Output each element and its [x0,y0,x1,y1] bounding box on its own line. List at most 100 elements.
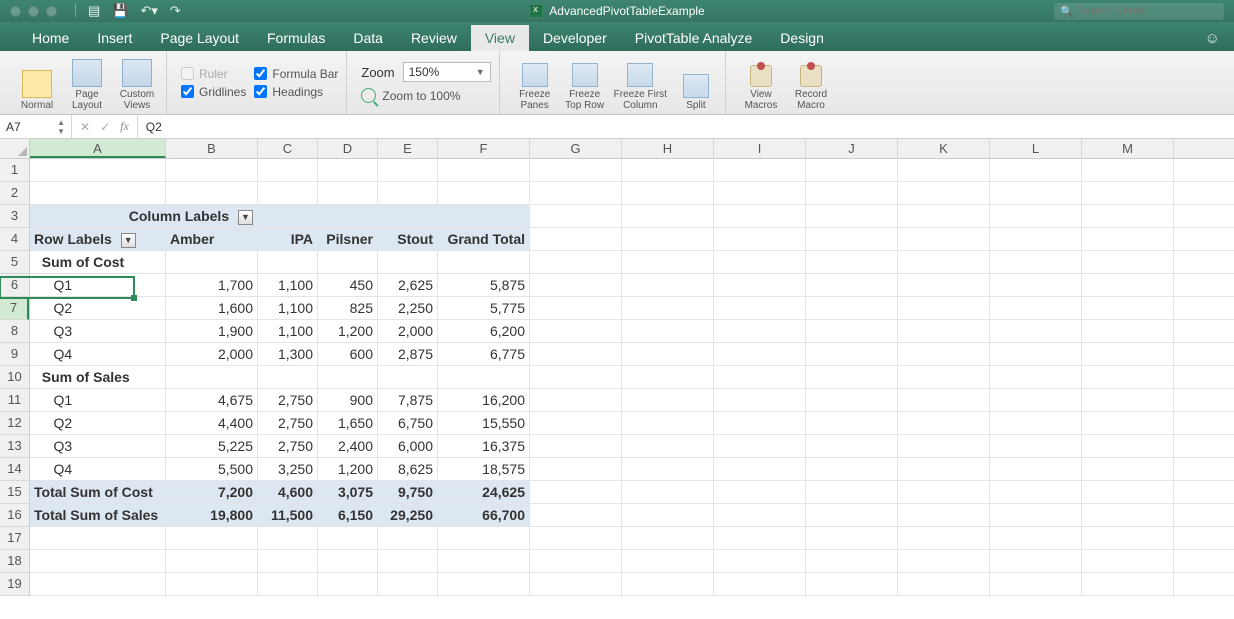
row-header-15[interactable]: 15 [0,481,29,504]
cell-L9[interactable] [990,343,1082,365]
cell-H5[interactable] [622,251,714,273]
cell-B12[interactable]: 4,400 [166,412,258,434]
cell-H13[interactable] [622,435,714,457]
cell-H16[interactable] [622,504,714,526]
cell-E10[interactable] [378,366,438,388]
cell-H18[interactable] [622,550,714,572]
view-macros-button[interactable]: View Macros [740,55,782,111]
cell-B8[interactable]: 1,900 [166,320,258,342]
cell-B2[interactable] [166,182,258,204]
column-header-M[interactable]: M [1082,139,1174,158]
cell-H12[interactable] [622,412,714,434]
zoom-select[interactable]: Zoom 150%▼ [361,62,490,82]
cell-D11[interactable]: 900 [318,389,378,411]
row-labels-filter[interactable]: ▼ [121,233,136,248]
cell-L6[interactable] [990,274,1082,296]
cell-K9[interactable] [898,343,990,365]
cell-G11[interactable] [530,389,622,411]
cell-L5[interactable] [990,251,1082,273]
cell-A15[interactable]: Total Sum of Cost [30,481,166,503]
row-header-18[interactable]: 18 [0,550,29,573]
cell-M9[interactable] [1082,343,1174,365]
cell-A13[interactable]: Q3 [30,435,166,457]
cell-H14[interactable] [622,458,714,480]
cell-J10[interactable] [806,366,898,388]
cell-B13[interactable]: 5,225 [166,435,258,457]
cell-H3[interactable] [622,205,714,227]
cell-I16[interactable] [714,504,806,526]
cell-D7[interactable]: 825 [318,297,378,319]
cell-M1[interactable] [1082,159,1174,181]
cell-C13[interactable]: 2,750 [258,435,318,457]
cell-E6[interactable]: 2,625 [378,274,438,296]
cell-D8[interactable]: 1,200 [318,320,378,342]
cell-L10[interactable] [990,366,1082,388]
cell-I10[interactable] [714,366,806,388]
cell-D16[interactable]: 6,150 [318,504,378,526]
cell-A18[interactable] [30,550,166,572]
search-input[interactable] [1078,5,1218,17]
name-box[interactable]: A7▲▼ [0,115,72,138]
cell-M6[interactable] [1082,274,1174,296]
cell-L11[interactable] [990,389,1082,411]
column-header-K[interactable]: K [898,139,990,158]
cell-M18[interactable] [1082,550,1174,572]
cell-K3[interactable] [898,205,990,227]
zoom-dropdown[interactable]: 150%▼ [403,62,491,82]
cell-H10[interactable] [622,366,714,388]
close-icon[interactable] [10,6,21,17]
freeze-top-row-button[interactable]: Freeze Top Row [564,55,606,111]
search-sheet[interactable]: 🔍 [1054,3,1224,20]
cell-E11[interactable]: 7,875 [378,389,438,411]
save-icon[interactable]: 💾 [112,3,128,19]
cell-F1[interactable] [438,159,530,181]
cell-H4[interactable] [622,228,714,250]
cell-E2[interactable] [378,182,438,204]
cell-D18[interactable] [318,550,378,572]
cell-I14[interactable] [714,458,806,480]
cell-E15[interactable]: 9,750 [378,481,438,503]
minimize-icon[interactable] [28,6,39,17]
column-header-D[interactable]: D [318,139,378,158]
cell-C18[interactable] [258,550,318,572]
cell-G13[interactable] [530,435,622,457]
cell-E5[interactable] [378,251,438,273]
cell-I17[interactable] [714,527,806,549]
row-header-10[interactable]: 10 [0,366,29,389]
column-header-F[interactable]: F [438,139,530,158]
cell-I12[interactable] [714,412,806,434]
formula-bar-checkbox[interactable]: Formula Bar [254,67,338,81]
cell-M11[interactable] [1082,389,1174,411]
cell-L18[interactable] [990,550,1082,572]
cell-E7[interactable]: 2,250 [378,297,438,319]
cell-G1[interactable] [530,159,622,181]
select-all-corner[interactable] [0,139,30,159]
cell-M14[interactable] [1082,458,1174,480]
row-header-17[interactable]: 17 [0,527,29,550]
gridlines-checkbox[interactable]: Gridlines [181,85,246,99]
cell-F17[interactable] [438,527,530,549]
column-header-I[interactable]: I [714,139,806,158]
column-header-B[interactable]: B [166,139,258,158]
cell-J16[interactable] [806,504,898,526]
cell-B14[interactable]: 5,500 [166,458,258,480]
cell-D17[interactable] [318,527,378,549]
cell-J14[interactable] [806,458,898,480]
cell-L15[interactable] [990,481,1082,503]
cell-G4[interactable] [530,228,622,250]
cell-I4[interactable] [714,228,806,250]
cell-B18[interactable] [166,550,258,572]
tab-design[interactable]: Design [766,25,838,51]
enter-icon[interactable]: ✓ [100,120,110,134]
cell-M3[interactable] [1082,205,1174,227]
cell-M4[interactable] [1082,228,1174,250]
cell-J12[interactable] [806,412,898,434]
cell-H8[interactable] [622,320,714,342]
cell-F4[interactable]: Grand Total [438,228,530,250]
cell-F19[interactable] [438,573,530,595]
cell-F5[interactable] [438,251,530,273]
row-header-1[interactable]: 1 [0,159,29,182]
cell-D14[interactable]: 1,200 [318,458,378,480]
cell-A2[interactable] [30,182,166,204]
cell-G3[interactable] [530,205,622,227]
